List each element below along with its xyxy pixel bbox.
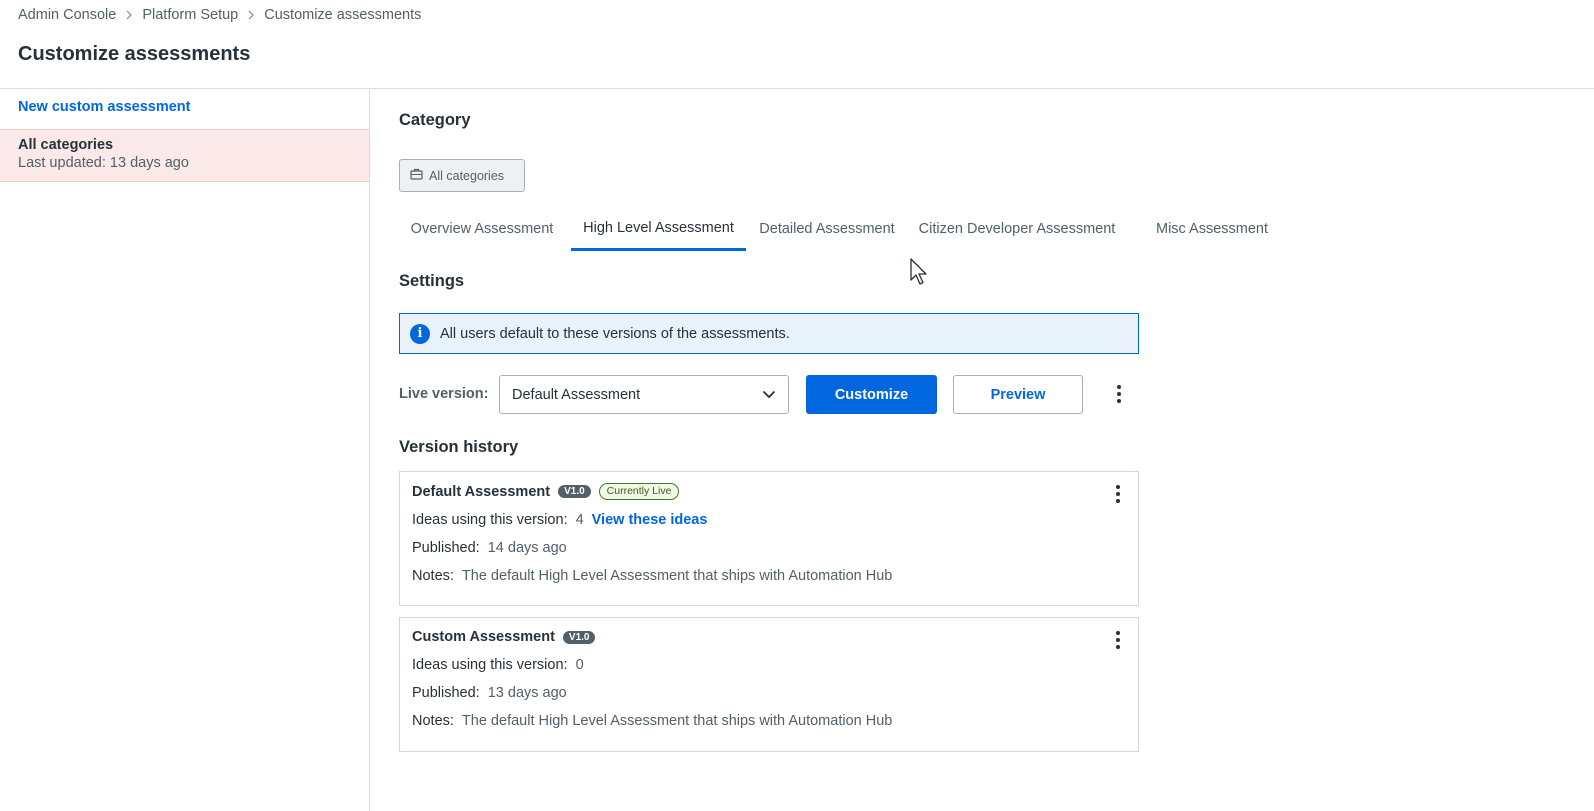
customize-button[interactable]: Customize — [806, 375, 937, 414]
tab-detailed-assessment[interactable]: Detailed Assessment — [754, 207, 900, 251]
category-heading: Category — [399, 111, 471, 129]
info-text: All users default to these versions of t… — [440, 325, 790, 342]
more-options-icon[interactable] — [1109, 382, 1129, 406]
tab-citizen-developer-assessment[interactable]: Citizen Developer Assessment — [911, 207, 1123, 251]
info-icon: i — [410, 323, 430, 344]
sidebar-item-title: All categories — [18, 137, 114, 153]
sidebar-item-all-categories[interactable]: All categories Last updated: 13 days ago — [0, 129, 369, 182]
version-history-heading: Version history — [399, 438, 519, 456]
breadcrumb-current: Customize assessments — [264, 7, 422, 23]
mouse-cursor-icon — [910, 258, 930, 293]
live-version-value: Default Assessment — [512, 386, 641, 403]
settings-heading: Settings — [399, 272, 465, 290]
notes-label: Notes: — [412, 568, 454, 584]
category-chip[interactable]: All categories — [399, 159, 525, 192]
version-badge: V1.0 — [562, 630, 596, 644]
ideas-count: 4 — [575, 512, 584, 528]
version-name: Custom Assessment — [412, 629, 555, 645]
briefcase-icon — [410, 168, 423, 183]
notes-value: The default High Level Assessment that s… — [461, 713, 893, 729]
new-custom-assessment-link[interactable]: New custom assessment — [18, 99, 190, 115]
sidebar-item-subtitle: Last updated: 13 days ago — [18, 155, 189, 171]
notes-label: Notes: — [412, 713, 454, 729]
published-value: 13 days ago — [487, 685, 567, 701]
page-title: Customize assessments — [18, 43, 251, 65]
breadcrumb-platform-setup[interactable]: Platform Setup — [142, 7, 238, 23]
version-card: Default Assessment V1.0 Currently Live I… — [399, 471, 1139, 606]
chevron-right-icon — [247, 10, 255, 20]
version-name: Default Assessment — [412, 483, 551, 500]
preview-button[interactable]: Preview — [953, 375, 1083, 414]
published-label: Published: — [412, 540, 480, 556]
published-value: 14 days ago — [487, 540, 567, 556]
version-menu-icon[interactable] — [1108, 482, 1128, 506]
tab-high-level-assessment[interactable]: High Level Assessment — [571, 207, 746, 251]
breadcrumb: Admin Console Platform Setup Customize a… — [18, 7, 421, 23]
tab-overview-assessment[interactable]: Overview Assessment — [399, 207, 565, 251]
chevron-right-icon — [125, 10, 133, 20]
info-banner: i All users default to these versions of… — [399, 313, 1139, 354]
breadcrumb-admin-console[interactable]: Admin Console — [18, 7, 116, 23]
status-badge: Currently Live — [598, 483, 680, 500]
ideas-label: Ideas using this version: — [412, 657, 568, 673]
published-label: Published: — [412, 685, 480, 701]
chevron-down-icon — [762, 387, 776, 403]
tab-misc-assessment[interactable]: Misc Assessment — [1147, 207, 1277, 251]
sidebar: New custom assessment All categories Las… — [0, 89, 370, 811]
version-badge: V1.0 — [558, 485, 591, 498]
ideas-count: 0 — [575, 657, 584, 673]
live-version-label: Live version: — [399, 386, 489, 402]
version-card: Custom Assessment V1.0 Ideas using this … — [399, 617, 1139, 752]
notes-value: The default High Level Assessment that s… — [461, 568, 893, 584]
ideas-label: Ideas using this version: — [412, 512, 568, 528]
category-chip-label: All categories — [429, 168, 505, 183]
assessment-tabs: Overview Assessment High Level Assessmen… — [399, 207, 1299, 251]
view-ideas-link[interactable]: View these ideas — [592, 512, 708, 528]
live-version-select[interactable]: Default Assessment — [499, 375, 789, 414]
version-menu-icon[interactable] — [1108, 628, 1128, 652]
